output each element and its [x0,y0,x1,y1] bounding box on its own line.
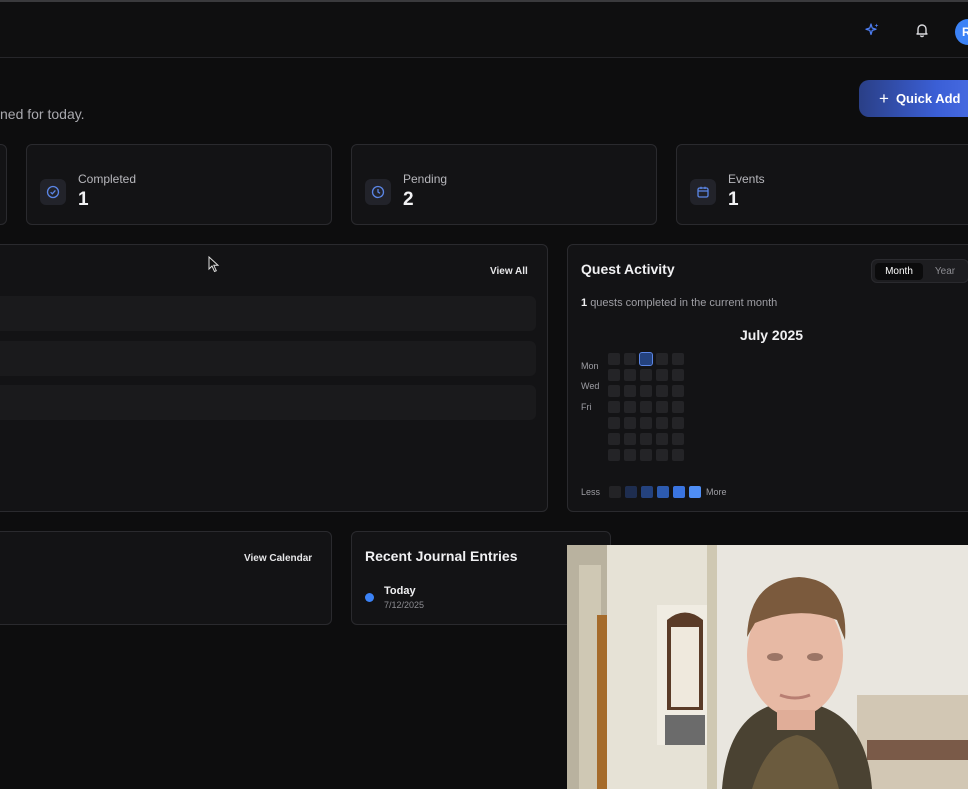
skeleton-row [0,341,536,376]
view-calendar-link[interactable]: View Calendar [244,553,312,564]
stat-card-completed: Completed 1 [26,144,332,225]
entry-label[interactable]: Today [384,585,416,597]
bell-icon[interactable] [913,21,931,39]
quests-panel: View All [0,244,548,512]
stat-label: Completed [78,172,137,186]
heatmap-cell [656,417,668,429]
legend-swatch [673,486,685,498]
check-circle-icon [40,179,66,205]
heatmap-cell [608,417,620,429]
heatmap-cell [640,449,652,461]
stat-value: 1 [78,189,89,210]
webcam-overlay [567,545,968,789]
heatmap-cell [608,449,620,461]
stat-value: 1 [728,189,739,210]
heatmap-cell [672,449,684,461]
view-all-link[interactable]: View All [490,266,528,277]
quick-add-label: Quick Add [895,91,961,106]
calendar-icon [690,179,716,205]
stat-label: Pending [403,172,448,186]
heatmap-cell [640,385,652,397]
heatmap-cell [672,353,684,365]
recent-journal-title: Recent Journal Entries [365,548,518,564]
legend-swatch [657,486,669,498]
heatmap-cell [656,353,668,365]
sparkles-icon[interactable] [863,21,881,39]
day-label-mon: Mon [581,361,599,371]
legend-swatch [641,486,653,498]
entry-dot [365,593,374,602]
heatmap-cell [624,417,636,429]
heatmap-cell [640,401,652,413]
legend-more: More [706,487,727,497]
legend-swatch [689,486,701,498]
heatmap-cell [608,385,620,397]
heatmap-cell [608,369,620,381]
entry-date: 7/12/2025 [384,600,425,610]
stat-card-pending: Pending 2 [351,144,657,225]
heatmap-cell [624,433,636,445]
heatmap-cell [624,385,636,397]
heatmap-cell [608,433,620,445]
skeleton-row [0,296,536,331]
skeleton-row [0,385,536,420]
calendar-panel: View Calendar [0,531,332,625]
heatmap-cell [672,385,684,397]
heatmap-cell [656,449,668,461]
month-label: July 2025 [740,327,804,343]
heatmap-cell [640,417,652,429]
legend-less: Less [581,487,601,497]
heatmap-cell [640,369,652,381]
heatmap-cell [672,401,684,413]
heatmap-cell [624,449,636,461]
heatmap-cell [608,353,620,365]
clock-icon [365,179,391,205]
stat-card-events: Events 1 [676,144,968,225]
heatmap-cell [656,369,668,381]
mouse-cursor-icon [208,255,220,278]
quest-activity-title: Quest Activity [581,261,675,277]
summary-count: 1 [581,297,588,309]
heatmap-cell [672,433,684,445]
quick-add-button[interactable]: + Quick Add [859,80,968,117]
year-toggle-button[interactable]: Year [925,263,965,280]
day-label-fri: Fri [581,402,592,412]
legend-swatch [609,486,621,498]
heatmap-cell [640,433,652,445]
heatmap-cell [656,385,668,397]
day-label-wed: Wed [581,381,600,391]
heatmap-cell [624,369,636,381]
stat-value: 2 [403,189,414,210]
heatmap-cell [624,353,636,365]
quest-activity-panel: Quest Activity Month Year 1 quests compl… [567,244,968,512]
heatmap-cell [608,401,620,413]
heatmap-cell [672,369,684,381]
legend-swatch [625,486,637,498]
plus-icon: + [879,88,889,108]
page-subtitle: ned for today. [0,106,85,122]
month-toggle-button[interactable]: Month [875,263,923,280]
heatmap-cell [656,433,668,445]
stat-card-partial [0,144,7,225]
summary-text: quests completed in the current month [590,297,778,309]
heatmap-cell [672,417,684,429]
heatmap-cell [624,401,636,413]
heatmap-cell [639,352,653,366]
range-toggle: Month Year [871,259,968,283]
stat-label: Events [728,172,765,186]
heatmap-cell [656,401,668,413]
user-avatar[interactable]: R [955,19,968,45]
activity-summary: 1 quests completed in the current month [581,297,777,309]
top-bar: R [0,2,968,58]
